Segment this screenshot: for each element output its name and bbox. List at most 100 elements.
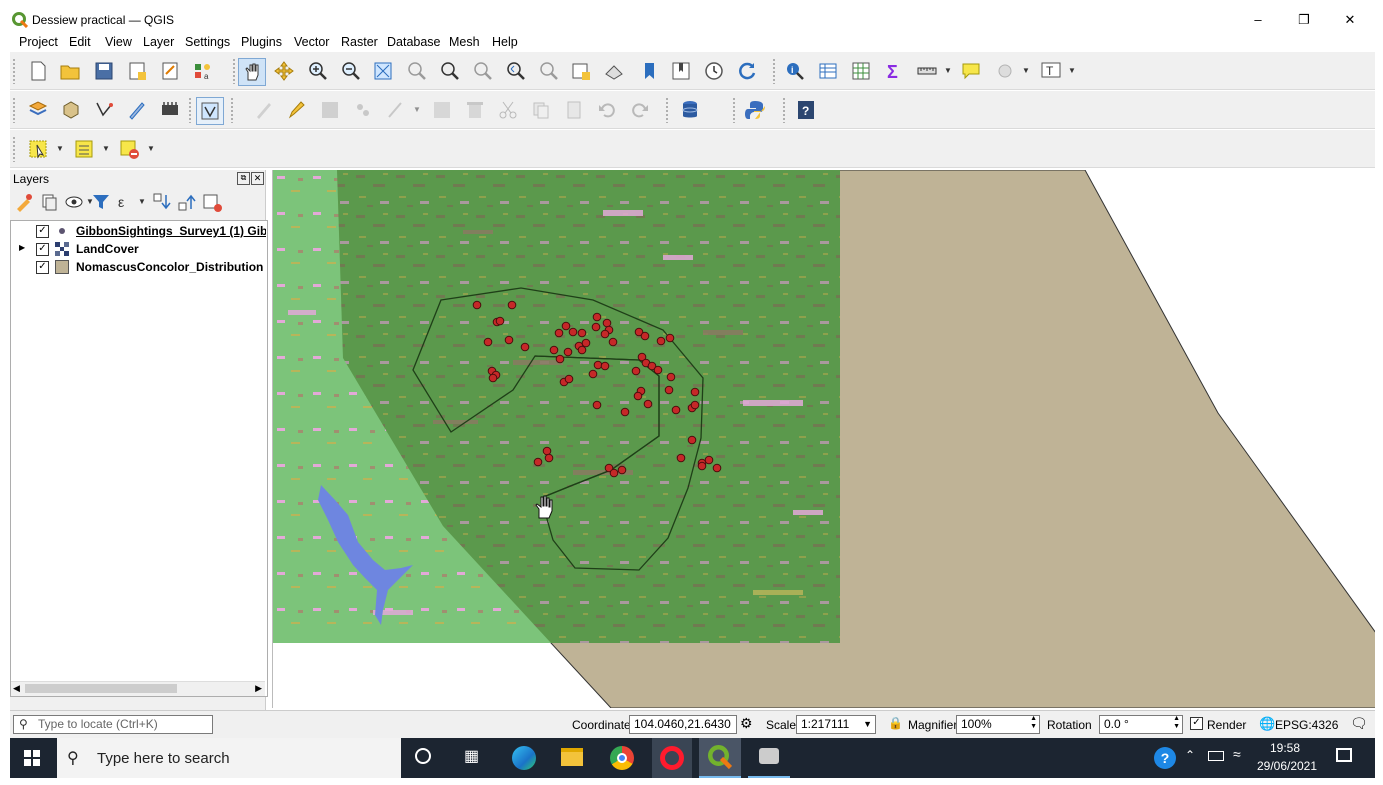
menu-mesh[interactable]: Mesh <box>449 35 480 49</box>
redo-icon[interactable] <box>627 97 653 123</box>
menu-vector[interactable]: Vector <box>294 35 329 49</box>
zoom-to-selection-icon[interactable] <box>403 58 429 84</box>
zoom-last-icon[interactable] <box>502 58 528 84</box>
coordinate-field[interactable]: 104.0460,21.6430 <box>629 715 737 734</box>
wifi-icon[interactable]: ≈ <box>1233 746 1241 762</box>
digitize-vertex-icon[interactable] <box>91 97 117 123</box>
zoom-to-layer-icon[interactable] <box>436 58 462 84</box>
layout-manager-icon[interactable] <box>157 58 183 84</box>
menu-help[interactable]: Help <box>492 35 518 49</box>
open-project-icon[interactable] <box>57 58 83 84</box>
scrollbar-thumb[interactable] <box>25 684 177 693</box>
scroll-right-icon[interactable]: ▶ <box>255 683 262 694</box>
scroll-left-icon[interactable]: ◀ <box>13 683 20 694</box>
layer-visibility-checkbox[interactable]: ✓ <box>36 225 49 238</box>
menu-plugins[interactable]: Plugins <box>241 35 282 49</box>
cortana-icon[interactable] <box>415 748 431 764</box>
map-tips-icon[interactable] <box>958 58 984 84</box>
float-panel-icon[interactable]: ⧉ <box>237 172 250 185</box>
scale-field[interactable]: 1:217111 ▼ <box>796 715 876 734</box>
new-virtual-layer-icon[interactable] <box>157 97 183 123</box>
taskbar-search-box[interactable]: ⚲ Type here to search <box>57 738 401 778</box>
messages-icon[interactable]: 🗨 <box>1350 715 1368 732</box>
layer-visibility-checkbox[interactable]: ✓ <box>36 243 49 256</box>
close-button[interactable]: ✕ <box>1327 8 1373 32</box>
style-manager-icon[interactable]: a <box>190 58 216 84</box>
temporal-controller-icon[interactable] <box>701 58 727 84</box>
camera-app-button[interactable] <box>748 738 790 778</box>
vertex-editor-dropdown-icon[interactable]: ▼ <box>413 97 421 123</box>
file-explorer-icon[interactable] <box>561 748 583 766</box>
collapse-all-icon[interactable] <box>176 191 198 213</box>
menu-layer[interactable]: Layer <box>143 35 174 49</box>
zoom-full-icon[interactable] <box>370 58 396 84</box>
copy-features-icon[interactable] <box>528 97 554 123</box>
edge-browser-icon[interactable] <box>512 746 536 770</box>
measure-line-icon[interactable] <box>914 58 940 84</box>
menu-edit[interactable]: Edit <box>69 35 91 49</box>
menu-settings[interactable]: Settings <box>185 35 230 49</box>
menu-database[interactable]: Database <box>387 35 441 49</box>
cut-features-icon[interactable] <box>495 97 521 123</box>
new-3d-map-view-icon[interactable] <box>601 58 627 84</box>
zoom-in-icon[interactable] <box>304 58 330 84</box>
notifications-icon[interactable] <box>1336 748 1352 762</box>
paste-features-icon[interactable] <box>561 97 587 123</box>
select-features-dropdown-icon[interactable]: ▼ <box>56 136 64 162</box>
field-calculator-icon[interactable] <box>848 58 874 84</box>
help-icon[interactable]: ? <box>1154 747 1176 769</box>
new-project-icon[interactable] <box>25 58 51 84</box>
expand-arrow-icon[interactable]: ▶ <box>19 243 25 252</box>
new-geopackage-layer-icon[interactable] <box>58 97 84 123</box>
new-temporary-layer-icon[interactable] <box>124 97 150 123</box>
style-panel-icon[interactable] <box>13 191 35 213</box>
statistical-summary-icon[interactable]: Σ <box>881 58 907 84</box>
expand-all-icon[interactable] <box>151 191 173 213</box>
render-checkbox[interactable]: ✓ <box>1190 717 1203 730</box>
show-bookmarks-icon[interactable] <box>668 58 694 84</box>
select-by-value-icon[interactable] <box>71 136 97 162</box>
manage-visibility-icon[interactable] <box>63 191 85 213</box>
add-group-icon[interactable] <box>38 191 60 213</box>
chevron-up-icon[interactable]: ⌃ <box>1185 748 1195 762</box>
rotation-field[interactable]: 0.0 ° ▲ ▼ <box>1099 715 1183 734</box>
deselect-all-icon[interactable] <box>116 136 142 162</box>
zoom-out-icon[interactable] <box>337 58 363 84</box>
qgis-taskbar-button[interactable] <box>699 738 741 778</box>
refresh-icon[interactable] <box>734 58 760 84</box>
modify-attributes-icon[interactable] <box>429 97 455 123</box>
layer-row-landcover[interactable]: ▶ ✓ LandCover <box>11 240 265 258</box>
db-manager-icon[interactable] <box>677 97 703 123</box>
horizontal-scrollbar[interactable]: ◀ ▶ <box>11 681 265 696</box>
filter-by-expression-icon[interactable]: ε <box>115 191 137 213</box>
close-panel-icon[interactable]: ✕ <box>251 172 264 185</box>
annotations-icon[interactable] <box>992 58 1018 84</box>
vertex-tool-icon[interactable] <box>196 97 224 125</box>
crs-button[interactable]: EPSG:4326 <box>1275 718 1338 732</box>
menu-project[interactable]: Project <box>19 35 58 49</box>
measure-dropdown-icon[interactable]: ▼ <box>944 58 952 84</box>
add-point-feature-icon[interactable] <box>350 97 376 123</box>
opera-browser-icon[interactable] <box>660 746 684 770</box>
select-features-icon[interactable] <box>25 136 51 162</box>
layer-row-nomascus-distribution[interactable]: ✓ NomascusConcolor_Distribution <box>11 258 265 276</box>
map-canvas[interactable] <box>272 170 1375 708</box>
deselect-dropdown-icon[interactable]: ▼ <box>147 136 155 162</box>
identify-features-icon[interactable]: i <box>782 58 808 84</box>
attribute-table-icon[interactable] <box>815 58 841 84</box>
chrome-browser-icon[interactable] <box>610 746 634 770</box>
battery-icon[interactable] <box>1208 751 1224 761</box>
vertex-editor-icon[interactable] <box>383 97 409 123</box>
layer-visibility-checkbox[interactable]: ✓ <box>36 261 49 274</box>
pan-to-selection-icon[interactable] <box>271 58 297 84</box>
map-svg[interactable] <box>273 170 1375 708</box>
task-view-icon[interactable]: ▦ <box>464 746 479 766</box>
restore-button[interactable]: ❐ <box>1281 8 1327 32</box>
toggle-editing-icon[interactable] <box>284 97 310 123</box>
save-edits-icon[interactable] <box>317 97 343 123</box>
clock-time[interactable]: 19:58 <box>1258 741 1312 755</box>
filter-legend-icon[interactable] <box>90 191 112 213</box>
delete-selected-icon[interactable] <box>462 97 488 123</box>
magnifier-field[interactable]: 100% ▲ ▼ <box>956 715 1040 734</box>
magnifier-spinner-icon[interactable]: ▲ ▼ <box>1030 715 1037 731</box>
